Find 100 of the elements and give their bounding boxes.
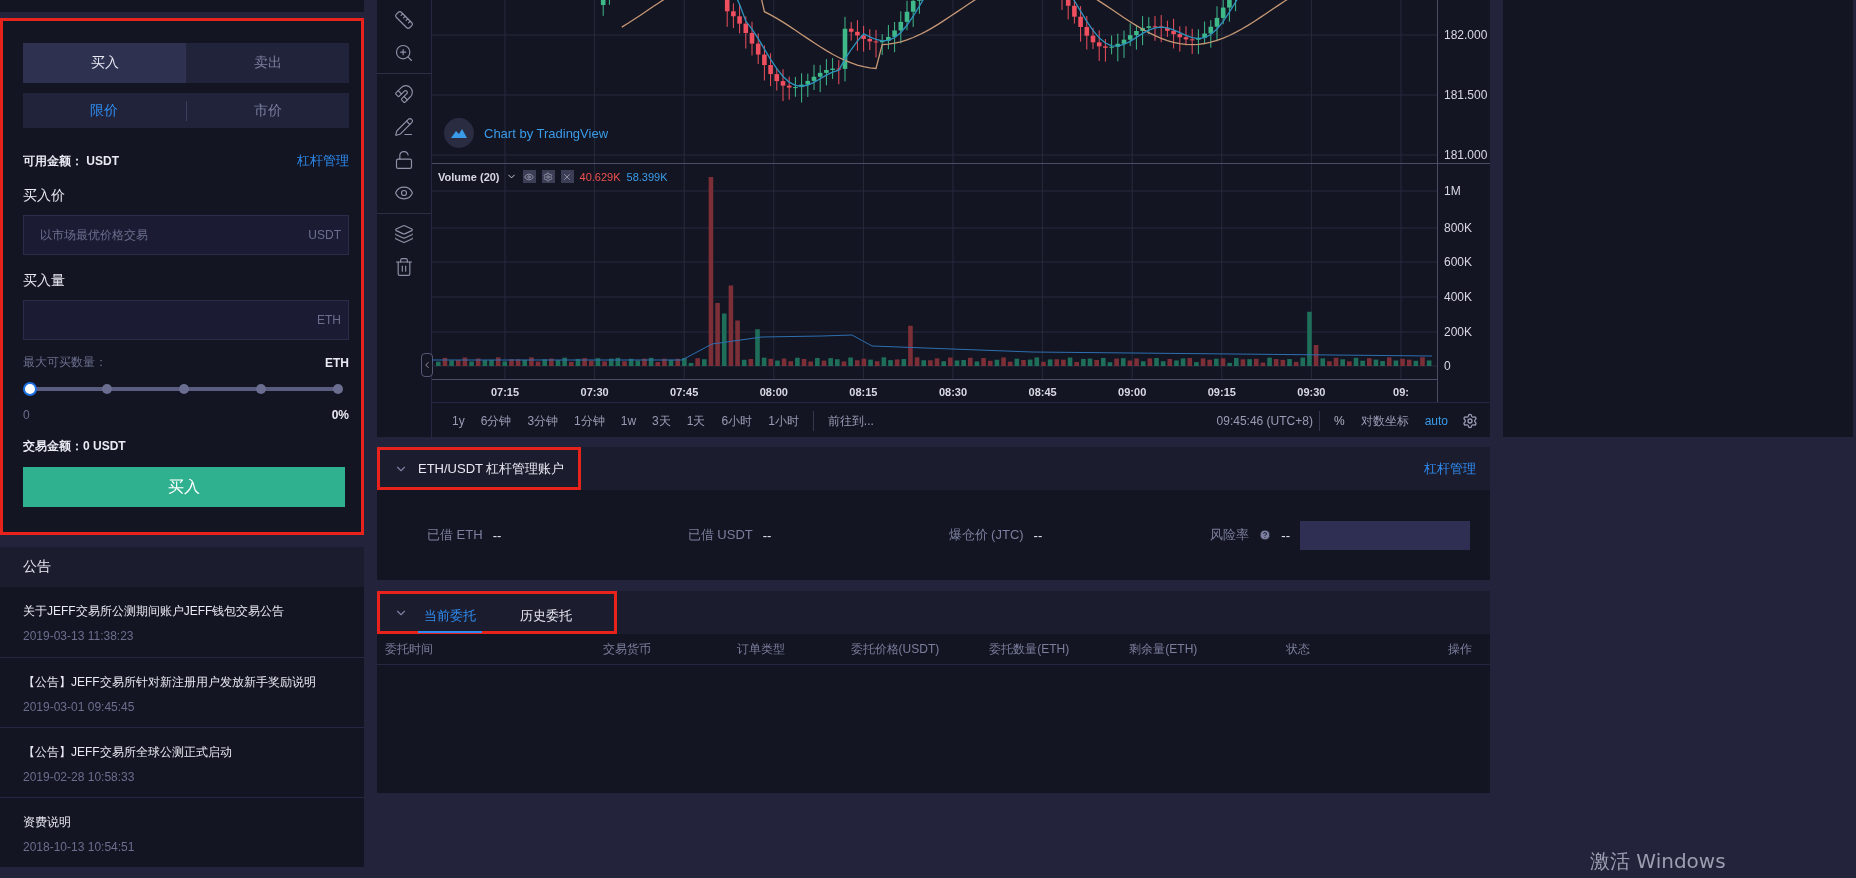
interval-button[interactable]: 3分钟 xyxy=(519,412,567,430)
unit-label: ETH xyxy=(317,313,341,327)
notice-time: 2019-03-01 09:45:45 xyxy=(23,700,136,714)
time-tick: 08:00 xyxy=(759,386,788,398)
notice-headline: 【公告】JEFF交易所全球公测正式启动 xyxy=(23,744,233,761)
slider-step-dot xyxy=(333,384,343,394)
price-tick: 182.000 xyxy=(1444,28,1488,42)
time-tick: 09:00 xyxy=(1118,386,1147,398)
order-type-tab[interactable]: 市价 xyxy=(186,93,349,128)
notice-item[interactable]: 【公告】JEFF交易所针对新注册用户发放新手奖励说明 2019-03-01 09:45:45 xyxy=(0,657,364,727)
settings-icon[interactable] xyxy=(541,170,555,183)
volume-value: 58.399K xyxy=(626,170,668,183)
auto-scale-button[interactable]: auto xyxy=(1416,414,1456,428)
slider-step-dot xyxy=(102,384,112,394)
slider-step-dot xyxy=(179,384,189,394)
notice-headline: 关于JEFF交易所公测期间账户JEFF钱包交易公告 xyxy=(23,603,286,620)
time-tick: 07:45 xyxy=(670,386,699,398)
stat-value: -- xyxy=(492,527,502,543)
max-amount-label: 最大可买数量： xyxy=(23,354,107,371)
price-tick: 181.500 xyxy=(1444,88,1488,102)
stat-value: -- xyxy=(762,527,772,543)
unlock-icon[interactable] xyxy=(394,150,414,170)
pencil-icon[interactable] xyxy=(394,117,414,137)
interval-button[interactable]: 1w xyxy=(612,414,645,428)
time-tick: 08:15 xyxy=(849,386,878,398)
volume-legend-label: Volume (20) xyxy=(438,170,500,183)
log-scale-button[interactable]: 对数坐标 xyxy=(1352,412,1417,430)
leverage-link[interactable]: 杠杆管理 xyxy=(297,152,349,170)
column-header: 订单类型 xyxy=(735,640,786,658)
cloud-logo-icon xyxy=(444,118,474,148)
chevron-left-icon xyxy=(422,360,432,370)
trade-total: 交易金额：0 USDT xyxy=(23,438,126,455)
slider-thumb[interactable] xyxy=(23,382,37,396)
interval-button[interactable]: 1分钟 xyxy=(566,412,613,430)
order-tab[interactable]: 当前委托 xyxy=(418,600,482,633)
volume-value: 40.629K xyxy=(579,170,621,183)
interval-button[interactable]: 1小时 xyxy=(760,412,807,430)
close-icon[interactable] xyxy=(560,170,574,183)
available-balance: 可用金额： USDT xyxy=(23,152,119,170)
help-icon[interactable] xyxy=(1259,529,1272,541)
volume-tick: 1M xyxy=(1444,184,1461,198)
price-label: 买入价 xyxy=(23,187,65,205)
max-amount-unit: ETH xyxy=(325,355,349,370)
stat-value: -- xyxy=(1281,527,1290,543)
order-tab[interactable]: 历史委托 xyxy=(514,600,578,633)
column-header: 委托数量(ETH) xyxy=(988,640,1071,658)
column-header: 操作 xyxy=(1447,640,1472,658)
chart-attribution[interactable]: Chart by TradingView xyxy=(484,125,609,141)
notice-headline: 【公告】JEFF交易所针对新注册用户发放新手奖励说明 xyxy=(23,674,317,691)
time-tick: 09:30 xyxy=(1297,386,1326,398)
time-tick: 08:30 xyxy=(938,386,968,398)
time-tick: 07:30 xyxy=(580,386,609,398)
notice-time: 2019-02-28 10:58:33 xyxy=(23,770,136,784)
ruler-icon[interactable] xyxy=(394,10,414,30)
chart-clock: 09:45:46 (UTC+8) xyxy=(1216,414,1313,428)
slider-step-dot xyxy=(256,384,266,394)
price-tick: 181.000 xyxy=(1444,148,1488,162)
volume-tick: 0 xyxy=(1444,359,1451,373)
stat-label: 已借 USDT xyxy=(687,526,753,544)
slider-percent: 0% xyxy=(331,408,349,422)
interval-button[interactable]: 6分钟 xyxy=(472,412,520,430)
trash-icon[interactable] xyxy=(394,257,414,277)
eye-icon[interactable] xyxy=(522,170,536,183)
stat-value: -- xyxy=(1033,527,1043,543)
percent-scale-button[interactable]: % xyxy=(1325,414,1353,428)
amount-input-field[interactable] xyxy=(23,300,349,340)
notice-headline: 资费说明 xyxy=(23,814,72,831)
interval-button[interactable]: 3天 xyxy=(644,412,679,430)
goto-date-button[interactable]: 前往到... xyxy=(819,412,882,430)
time-tick: 09:15 xyxy=(1207,386,1236,398)
order-type-tab[interactable]: 限价 xyxy=(23,93,186,128)
notice-item[interactable]: 关于JEFF交易所公测期间账户JEFF钱包交易公告 2019-03-13 11:38:23 xyxy=(0,587,364,657)
collapse-button[interactable] xyxy=(421,353,433,377)
notice-time: 2019-03-13 11:38:23 xyxy=(23,629,135,643)
notice-item[interactable]: 资费说明 2018-10-13 10:54:51 xyxy=(0,797,364,867)
settings-icon[interactable] xyxy=(1462,413,1478,429)
volume-tick: 800K xyxy=(1444,221,1473,235)
stat-label: 爆仓价 (JTC) xyxy=(948,526,1024,544)
interval-button[interactable]: 1天 xyxy=(678,412,714,430)
stat-label: 风险率 xyxy=(1210,526,1250,544)
layers-icon[interactable] xyxy=(394,224,414,244)
column-header: 状态 xyxy=(1284,640,1311,658)
time-tick: 09: xyxy=(1393,386,1409,398)
side-tab[interactable]: 买入 xyxy=(23,43,186,83)
column-header: 委托时间 xyxy=(385,640,434,658)
zoom-in-icon[interactable] xyxy=(394,43,414,63)
notice-title: 公告 xyxy=(23,558,51,576)
notice-time: 2018-10-13 10:54:51 xyxy=(23,840,136,854)
column-header: 交易货币 xyxy=(601,640,652,658)
time-tick: 08:45 xyxy=(1028,386,1057,398)
notice-item[interactable]: 【公告】JEFF交易所全球公测正式启动 2019-02-28 10:58:33 xyxy=(0,727,364,797)
volume-tick: 200K xyxy=(1444,325,1473,339)
leverage-link[interactable]: 杠杆管理 xyxy=(1424,459,1476,478)
interval-button[interactable]: 6小时 xyxy=(713,412,761,430)
unit-label: USDT xyxy=(308,228,341,242)
slider-min-label: 0 xyxy=(23,408,30,422)
time-tick: 07:15 xyxy=(490,386,520,398)
magnet-icon[interactable] xyxy=(394,84,414,104)
interval-button[interactable]: 1y xyxy=(444,414,473,428)
column-header: 委托价格(USDT) xyxy=(849,640,941,658)
